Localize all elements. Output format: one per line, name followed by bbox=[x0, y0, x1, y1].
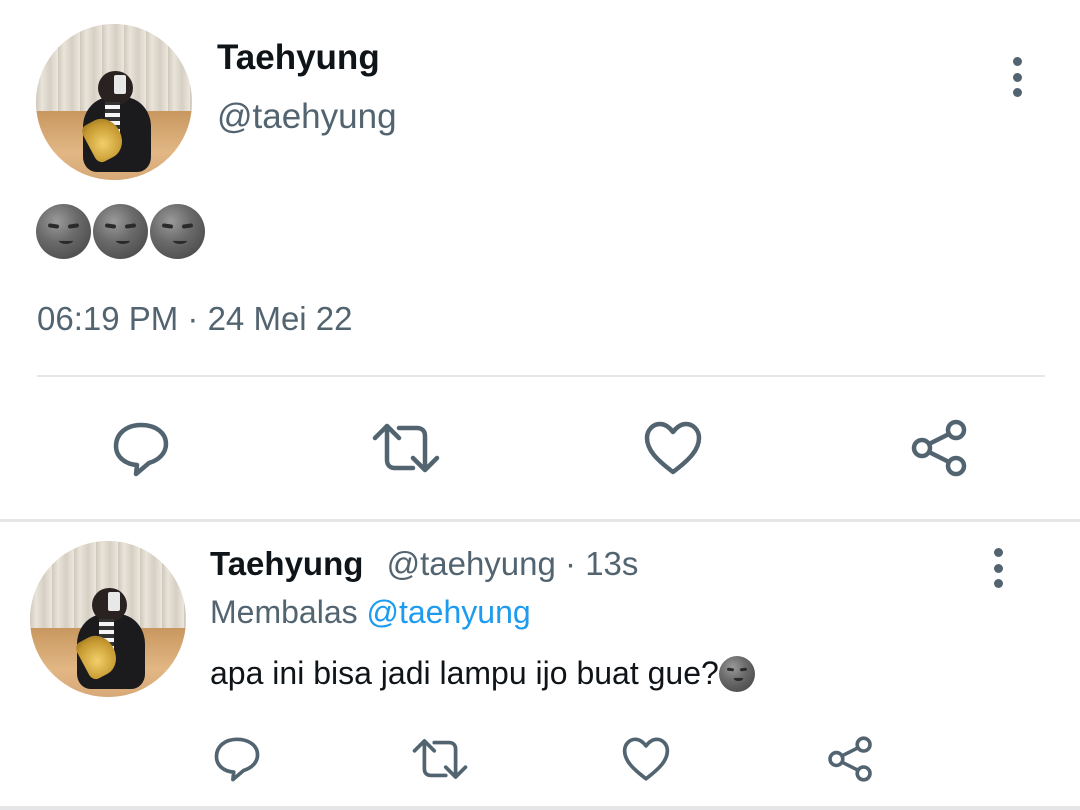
like-button[interactable] bbox=[642, 418, 704, 478]
handle[interactable]: @taehyung bbox=[217, 97, 397, 137]
more-vertical-icon[interactable] bbox=[992, 548, 1004, 588]
share-icon bbox=[828, 736, 872, 782]
more-vertical-icon[interactable] bbox=[1011, 57, 1023, 97]
tweet-text bbox=[36, 204, 205, 259]
handle[interactable]: @taehyung bbox=[387, 545, 556, 582]
tweet-text: apa ini bisa jadi lampu ijo buat gue? bbox=[210, 655, 755, 692]
divider bbox=[0, 519, 1080, 522]
retweet-button[interactable] bbox=[370, 418, 442, 478]
reply-text: apa ini bisa jadi lampu ijo buat gue? bbox=[210, 655, 719, 691]
retweet-button[interactable] bbox=[410, 734, 470, 784]
avatar[interactable] bbox=[36, 24, 192, 180]
separator: · bbox=[555, 545, 586, 582]
share-button[interactable] bbox=[908, 418, 970, 478]
display-name[interactable]: Taehyung bbox=[210, 545, 363, 582]
new-moon-face-icon bbox=[718, 655, 755, 692]
retweet-icon bbox=[412, 739, 468, 779]
reply-button[interactable] bbox=[110, 418, 172, 480]
share-button[interactable] bbox=[824, 734, 876, 784]
divider bbox=[0, 806, 1080, 810]
reply-icon bbox=[113, 422, 169, 477]
reply-header: Taehyung @taehyung · 13s bbox=[210, 545, 638, 583]
time-ago[interactable]: 13s bbox=[585, 545, 638, 582]
new-moon-face-icon bbox=[150, 204, 205, 259]
avatar[interactable] bbox=[30, 541, 186, 697]
like-button[interactable] bbox=[620, 734, 672, 784]
retweet-icon bbox=[372, 423, 440, 473]
replying-to: Membalas @taehyung bbox=[210, 594, 531, 631]
timestamp[interactable]: 06:19 PM · 24 Mei 22 bbox=[37, 300, 353, 338]
like-icon bbox=[622, 737, 670, 781]
new-moon-face-icon bbox=[36, 204, 91, 259]
new-moon-face-icon bbox=[93, 204, 148, 259]
share-icon bbox=[911, 419, 967, 477]
reply-button[interactable] bbox=[212, 734, 262, 784]
like-icon bbox=[644, 421, 702, 475]
divider bbox=[37, 375, 1045, 377]
replying-to-label: Membalas bbox=[210, 594, 358, 630]
mention-link[interactable]: @taehyung bbox=[367, 594, 531, 630]
display-name[interactable]: Taehyung bbox=[217, 38, 380, 78]
reply-icon bbox=[214, 737, 260, 782]
main-tweet: Taehyung @taehyung 06:19 PM · 24 Mei 22 bbox=[0, 0, 1080, 520]
